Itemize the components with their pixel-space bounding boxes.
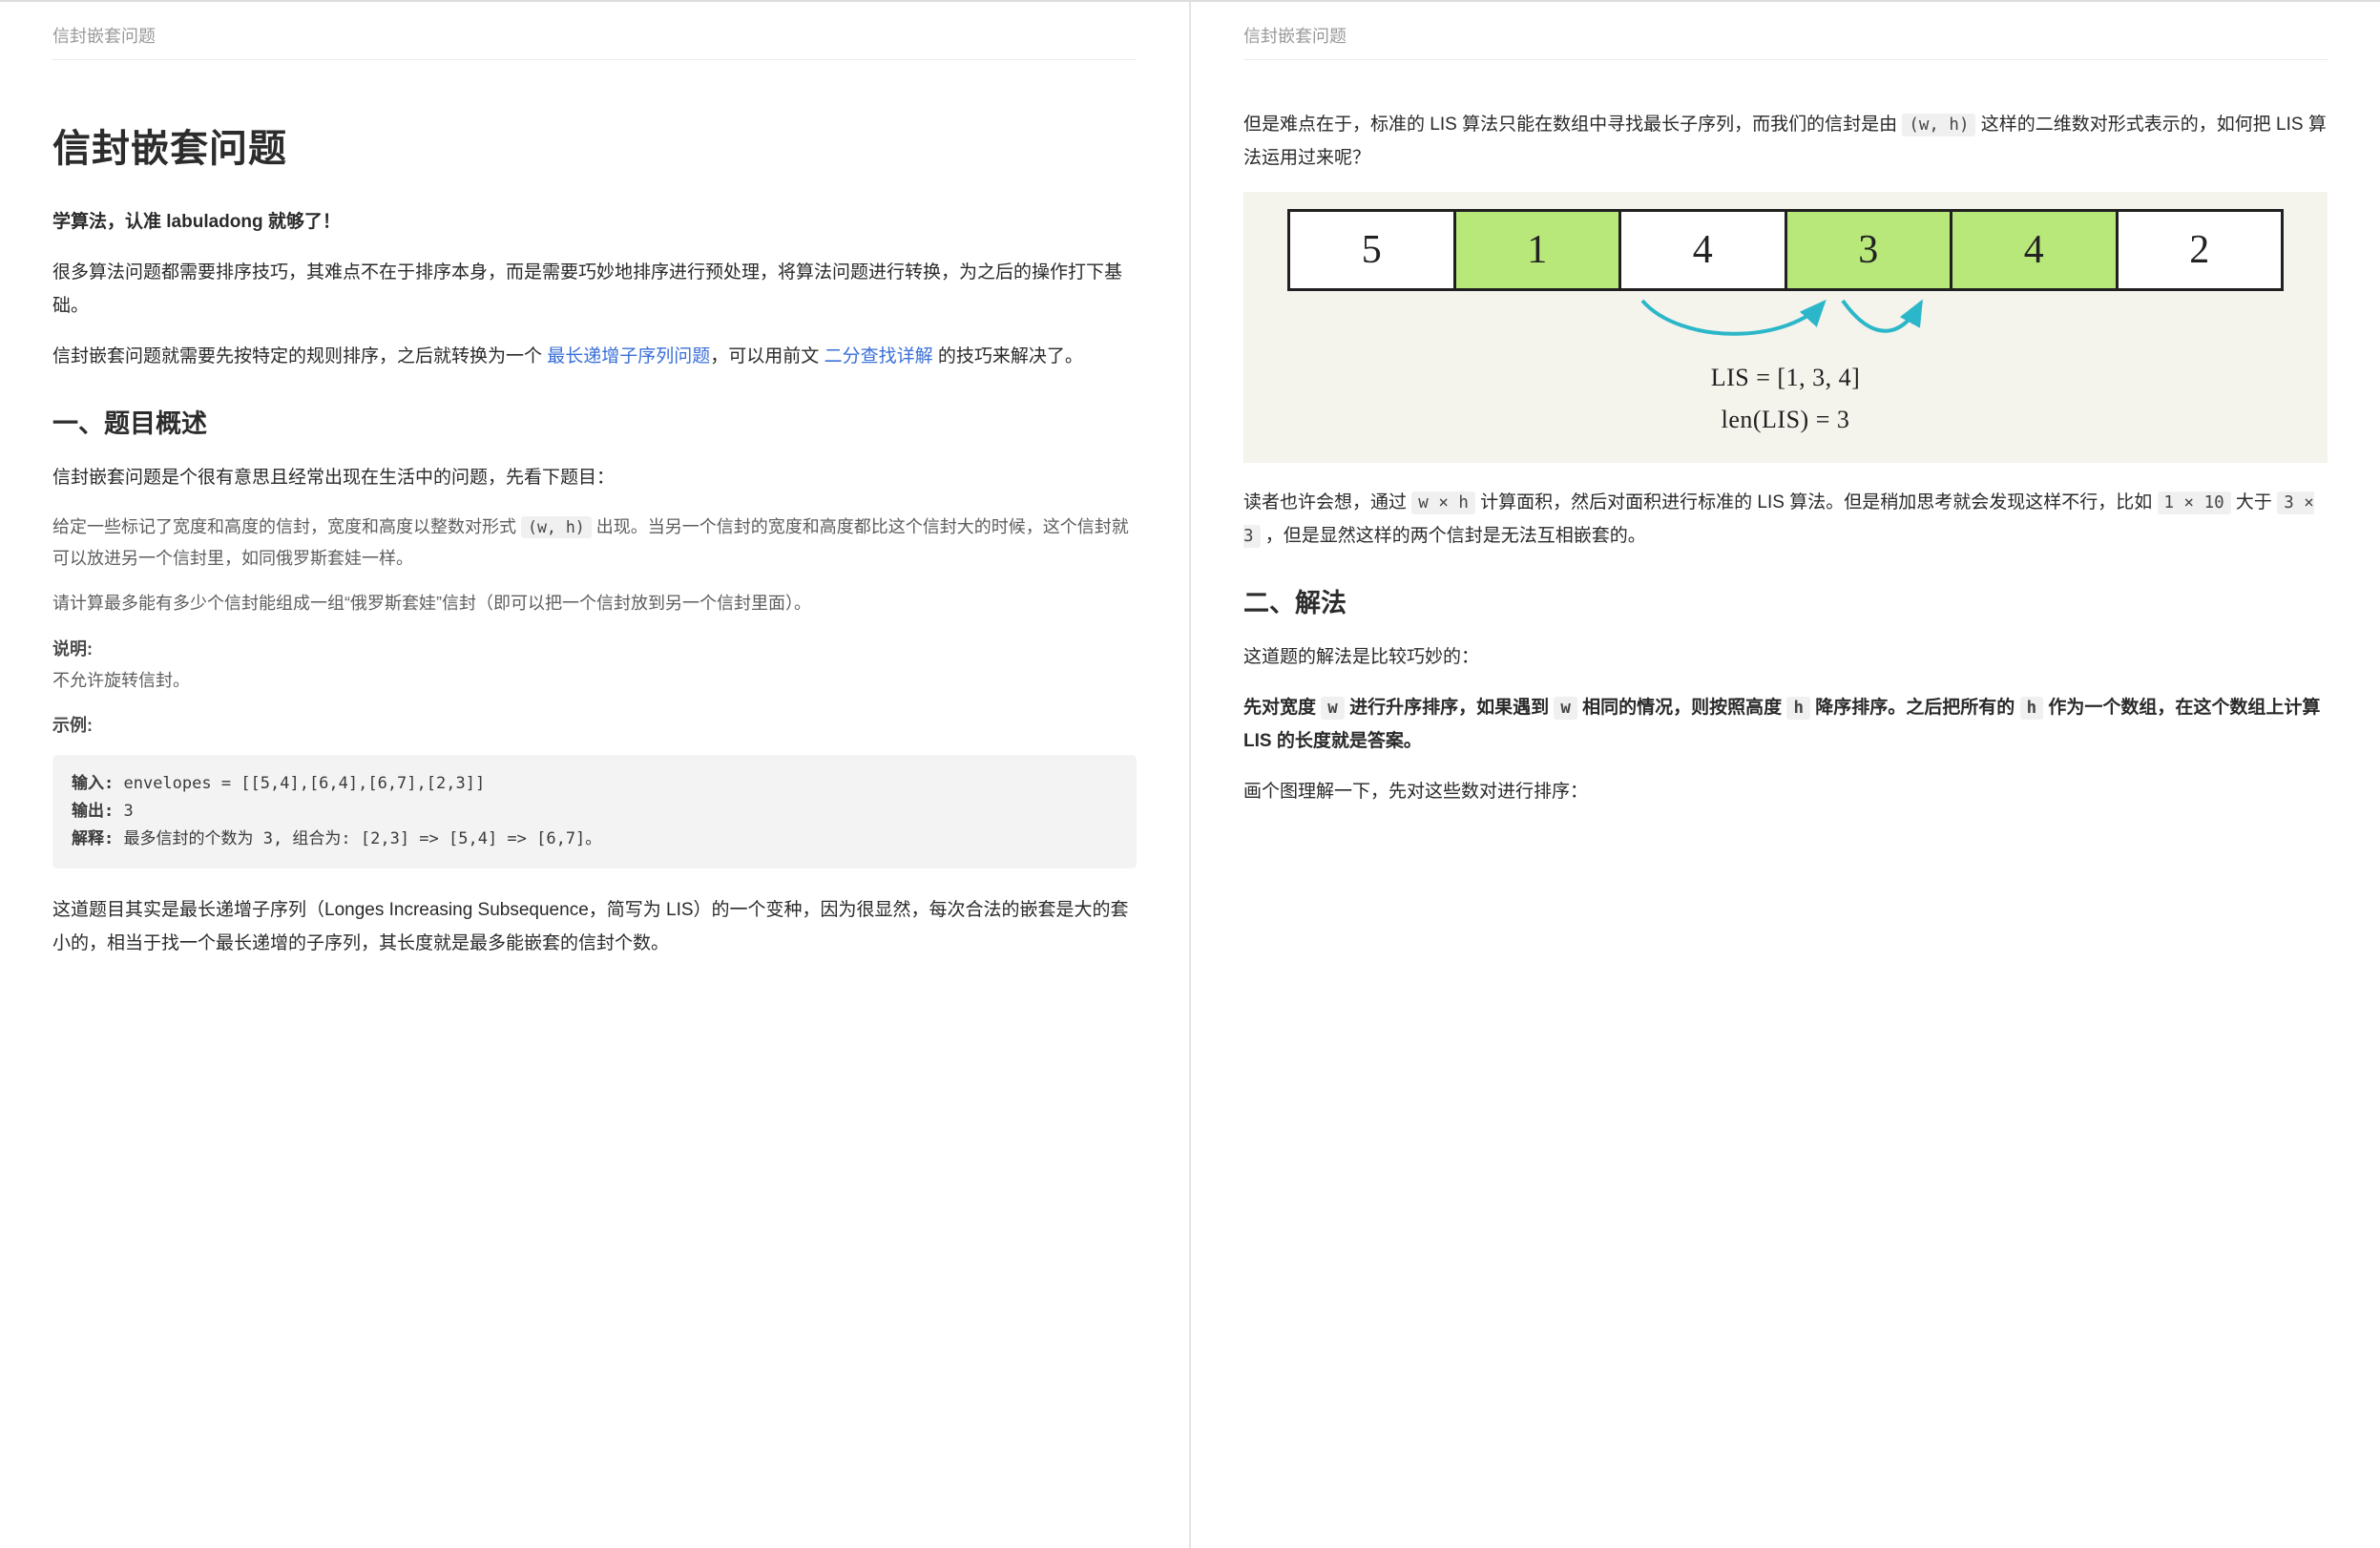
- area-wrong-paragraph: 读者也许会想，通过 w × h 计算面积，然后对面积进行标准的 LIS 算法。但…: [1243, 486, 2328, 553]
- output-label: 输出:: [72, 802, 114, 821]
- lis-relation-paragraph: 这道题目其实是最长递增子序列（Longes Increasing Subsequ…: [52, 893, 1137, 960]
- intro-paragraph-2: 信封嵌套问题就需要先按特定的规则排序，之后就转换为一个 最长递增子序列问题，可以…: [52, 340, 1137, 373]
- input-label: 输入:: [72, 774, 114, 793]
- text-span: ，但是显然这样的两个信封是无法互相嵌套的。: [1261, 526, 1646, 546]
- code-h: h: [1786, 697, 1810, 720]
- text-span: 读者也许会想，通过: [1243, 492, 1411, 513]
- section-heading-1: 一、题目概述: [52, 403, 1137, 440]
- code-1x10: 1 × 10: [2158, 492, 2231, 514]
- solution-key-paragraph: 先对宽度 w 进行升序排序，如果遇到 w 相同的情况，则按照高度 h 降序排序。…: [1243, 691, 2328, 758]
- text-span: 先对宽度: [1243, 698, 1321, 718]
- page-left: 信封嵌套问题 信封嵌套问题 学算法，认准 labuladong 就够了！ 很多算…: [0, 2, 1190, 1548]
- input-value: envelopes = [[5,4],[6,4],[6,7],[2,3]]: [114, 774, 485, 793]
- figure-lead-in: 画个图理解一下，先对这些数对进行排序：: [1243, 775, 2328, 808]
- intro-paragraph-1: 很多算法问题都需要排序技巧，其难点不在于排序本身，而是需要巧妙地排序进行预处理，…: [52, 256, 1137, 323]
- text-span: 但是难点在于，标准的 LIS 算法只能在数组中寻找最长子序列，而我们的信封是由: [1243, 115, 1902, 135]
- text-span: 大于: [2231, 492, 2278, 513]
- page-right: 信封嵌套问题 但是难点在于，标准的 LIS 算法只能在数组中寻找最长子序列，而我…: [1190, 2, 2380, 1548]
- example-codeblock: 输入: envelopes = [[5,4],[6,4],[6,7],[2,3]…: [52, 755, 1137, 868]
- solution-intro: 这道题的解法是比较巧妙的：: [1243, 640, 2328, 674]
- two-page-spread: 信封嵌套问题 信封嵌套问题 学算法，认准 labuladong 就够了！ 很多算…: [0, 0, 2380, 1548]
- code-wxh: w × h: [1411, 492, 1475, 514]
- text-span: ，可以用前文: [710, 346, 824, 366]
- output-value: 3: [114, 802, 133, 821]
- difficulty-paragraph: 但是难点在于，标准的 LIS 算法只能在数组中寻找最长子序列，而我们的信封是由 …: [1243, 108, 2328, 175]
- code-wh-2: (w, h): [1902, 114, 1975, 136]
- array-cell: 5: [1290, 212, 1456, 288]
- arrows-illustration: [1287, 297, 2284, 350]
- explain-value: 最多信封的个数为 3, 组合为: [2,3] => [5,4] => [6,7]…: [114, 829, 601, 848]
- problem-note: 说明: 不允许旋转信封。: [52, 634, 1137, 698]
- text-span: 给定一些标记了宽度和高度的信封，宽度和高度以整数对形式: [52, 517, 521, 536]
- code-w: w: [1321, 697, 1345, 720]
- code-wh: (w, h): [521, 516, 592, 538]
- link-binary-search[interactable]: 二分查找详解: [825, 346, 933, 366]
- lis-formula-2: len(LIS) = 3: [1287, 406, 2284, 434]
- lis-formula-1: LIS = [1, 3, 4]: [1287, 364, 2284, 392]
- array-cell: 1: [1456, 212, 1622, 288]
- example-label-wrap: 示例:: [52, 710, 1137, 742]
- example-label: 示例:: [52, 716, 93, 735]
- lis-figure: 514342 LIS = [1, 3, 4] len(LIS) = 3: [1243, 192, 2328, 463]
- array-row: 514342: [1287, 209, 2284, 291]
- text-span: 信封嵌套问题就需要先按特定的规则排序，之后就转换为一个: [52, 346, 547, 366]
- text-span: 计算面积，然后对面积进行标准的 LIS 算法。但是稍加思考就会发现这样不行，比如: [1475, 492, 2158, 513]
- running-title-left: 信封嵌套问题: [52, 23, 1137, 60]
- text-span: 的技巧来解决了。: [933, 346, 1083, 366]
- explain-label: 解释:: [72, 829, 114, 848]
- running-title-right: 信封嵌套问题: [1243, 23, 2328, 60]
- array-cell: 4: [1621, 212, 1787, 288]
- problem-text-1: 给定一些标记了宽度和高度的信封，宽度和高度以整数对形式 (w, h) 出现。当另…: [52, 512, 1137, 575]
- problem-statement: 给定一些标记了宽度和高度的信封，宽度和高度以整数对形式 (w, h) 出现。当另…: [52, 512, 1137, 743]
- note-label: 说明:: [52, 639, 93, 659]
- lead-paragraph: 学算法，认准 labuladong 就够了！: [52, 205, 1137, 239]
- text-span: 相同的情况，则按照高度: [1577, 698, 1787, 718]
- section-heading-2: 二、解法: [1243, 582, 2328, 619]
- note-text: 不允许旋转信封。: [52, 671, 190, 690]
- code-h2: h: [2020, 697, 2044, 720]
- problem-text-2: 请计算最多能有多少个信封能组成一组“俄罗斯套娃”信封（即可以把一个信封放到另一个…: [52, 588, 1137, 619]
- link-lis-problem[interactable]: 最长递增子序列问题: [547, 346, 710, 366]
- page-title: 信封嵌套问题: [52, 117, 1137, 173]
- text-span: 降序排序。之后把所有的: [1810, 698, 2020, 718]
- problem-intro: 信封嵌套问题是个很有意思且经常出现在生活中的问题，先看下题目：: [52, 461, 1137, 494]
- text-span: 进行升序排序，如果遇到: [1345, 698, 1555, 718]
- code-w2: w: [1554, 697, 1577, 720]
- array-cell: 4: [1952, 212, 2119, 288]
- array-cell: 3: [1787, 212, 1953, 288]
- array-cell: 2: [2119, 212, 2282, 288]
